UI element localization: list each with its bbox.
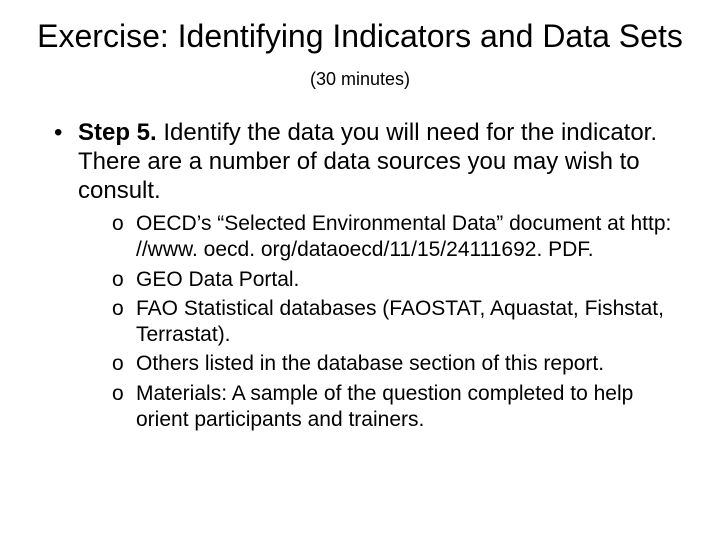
list-item: OECD’s “Selected Environmental Data” doc… xyxy=(112,211,690,262)
step-text: Identify the data you will need for the … xyxy=(78,119,657,205)
title-duration: (30 minutes) xyxy=(310,69,410,89)
slide-body: Step 5. Identify the data you will need … xyxy=(30,118,690,433)
list-item: FAO Statistical databases (FAOSTAT, Aqua… xyxy=(112,296,690,347)
title-main: Exercise: Identifying Indicators and Dat… xyxy=(37,18,683,54)
list-item: Materials: A sample of the question comp… xyxy=(112,381,690,432)
step-item: Step 5. Identify the data you will need … xyxy=(50,118,690,433)
sub-list: OECD’s “Selected Environmental Data” doc… xyxy=(78,211,690,432)
slide-title: Exercise: Identifying Indicators and Dat… xyxy=(30,18,690,94)
slide: Exercise: Identifying Indicators and Dat… xyxy=(0,0,720,540)
list-item: Others listed in the database section of… xyxy=(112,351,690,377)
bullet-list: Step 5. Identify the data you will need … xyxy=(30,118,690,433)
step-label: Step 5. xyxy=(78,119,157,146)
list-item: GEO Data Portal. xyxy=(112,267,690,293)
